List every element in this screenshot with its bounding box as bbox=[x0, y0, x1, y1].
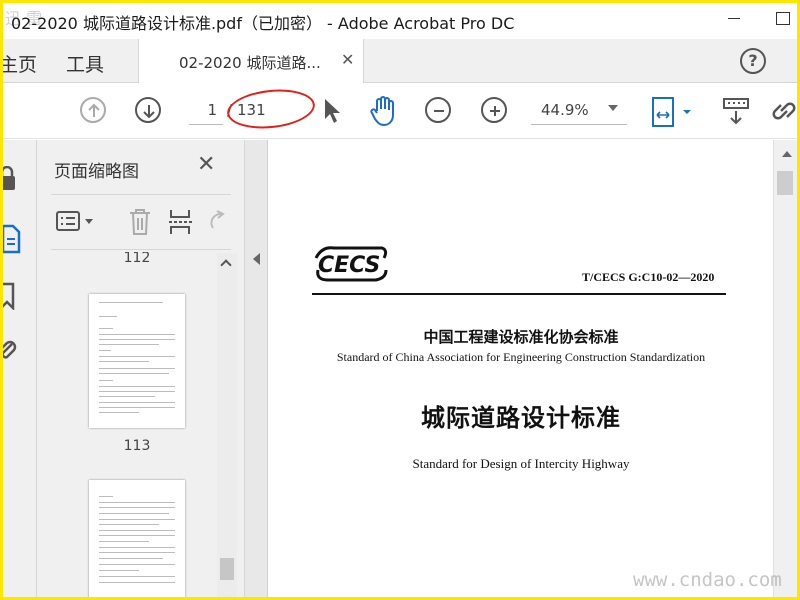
document-subtitle: Standard for Design of Intercity Highway bbox=[412, 456, 630, 471]
tab-tools[interactable]: 工具 bbox=[66, 50, 104, 77]
link-icon[interactable] bbox=[771, 97, 797, 125]
page-thumbnail[interactable] bbox=[89, 480, 185, 597]
window-title: 02-2020 城际道路设计标准.pdf（已加密） - Adobe Acroba… bbox=[11, 14, 515, 33]
toolbar: 1 / 131 44.9% bbox=[3, 83, 797, 139]
page-thumbnail[interactable] bbox=[89, 294, 185, 428]
document-page: CECS T/CECS G:C10-02—2020 中国工程建设标准化协会标准 … bbox=[267, 140, 773, 597]
thumbnail-list: 112 113 bbox=[37, 252, 245, 597]
organization-en: Standard of China Association for Engine… bbox=[336, 350, 706, 364]
thumbnail-label: 112 bbox=[123, 252, 151, 266]
collapse-panel-icon[interactable] bbox=[253, 253, 260, 265]
title-bar: 迅 雷 02-2020 城际道路设计标准.pdf（已加密） - Adobe Ac… bbox=[3, 3, 797, 39]
hand-tool-icon[interactable] bbox=[369, 95, 399, 127]
cecs-logo: CECS bbox=[314, 246, 388, 282]
delete-page-icon[interactable] bbox=[127, 207, 153, 237]
lock-icon[interactable] bbox=[3, 166, 19, 192]
logo-text: CECS bbox=[318, 253, 380, 278]
left-rail bbox=[3, 140, 37, 597]
panel-close-icon[interactable]: ✕ bbox=[197, 152, 215, 177]
document-scrollbar[interactable] bbox=[773, 140, 797, 597]
header-rule bbox=[312, 293, 726, 295]
select-tool-icon[interactable] bbox=[321, 97, 343, 125]
tab-home[interactable]: 主页 bbox=[3, 50, 37, 77]
document-scroll-thumb[interactable] bbox=[777, 171, 793, 195]
standard-code: T/CECS G:C10-02—2020 bbox=[582, 270, 715, 284]
watermark-bottom: www.cndao.com bbox=[633, 569, 782, 591]
maximize-button[interactable] bbox=[768, 7, 796, 31]
tab-document[interactable]: 02-2020 城际道路... ✕ bbox=[138, 39, 364, 83]
insert-page-icon[interactable] bbox=[167, 207, 195, 237]
zoom-in-icon[interactable] bbox=[481, 97, 507, 123]
rotate-page-icon[interactable] bbox=[207, 209, 231, 237]
panel-scroll-thumb[interactable] bbox=[220, 558, 234, 580]
annotation-ellipse bbox=[225, 85, 317, 133]
page-number-input[interactable]: 1 bbox=[189, 95, 223, 125]
page-thumbnails-icon[interactable] bbox=[3, 224, 23, 254]
app-window: 迅 雷 02-2020 城际道路设计标准.pdf（已加密） - Adobe Ac… bbox=[3, 3, 797, 597]
help-icon[interactable]: ? bbox=[740, 48, 766, 74]
panel-title: 页面缩略图 bbox=[54, 162, 139, 182]
attachment-icon[interactable] bbox=[3, 336, 19, 364]
options-menu-icon[interactable] bbox=[55, 209, 99, 235]
panel-scrollbar[interactable] bbox=[217, 253, 237, 597]
thumbnails-panel: 页面缩略图 ✕ 112 113 bbox=[37, 140, 245, 597]
previous-page-icon[interactable] bbox=[80, 97, 106, 123]
scroll-mode-icon[interactable] bbox=[719, 95, 753, 129]
panel-splitter[interactable] bbox=[245, 140, 267, 597]
panel-toolbar bbox=[51, 194, 231, 250]
tab-close-icon[interactable]: ✕ bbox=[341, 50, 354, 69]
zoom-dropdown-icon[interactable] bbox=[608, 105, 618, 111]
minimize-button[interactable] bbox=[720, 7, 748, 31]
zoom-value: 44.9% bbox=[541, 101, 589, 119]
organization-cn: 中国工程建设标准化协会标准 bbox=[423, 328, 619, 346]
scroll-up-icon[interactable] bbox=[782, 151, 792, 157]
bookmark-icon[interactable] bbox=[3, 282, 19, 310]
tab-document-label: 02-2020 城际道路... bbox=[179, 54, 321, 72]
zoom-out-icon[interactable] bbox=[425, 97, 451, 123]
fit-page-icon[interactable] bbox=[649, 95, 695, 129]
document-title: 城际道路设计标准 bbox=[421, 404, 621, 432]
tab-bar: 主页 工具 02-2020 城际道路... ✕ ? bbox=[3, 39, 797, 83]
next-page-icon[interactable] bbox=[135, 97, 161, 123]
thumbnail-label: 113 bbox=[123, 438, 151, 454]
